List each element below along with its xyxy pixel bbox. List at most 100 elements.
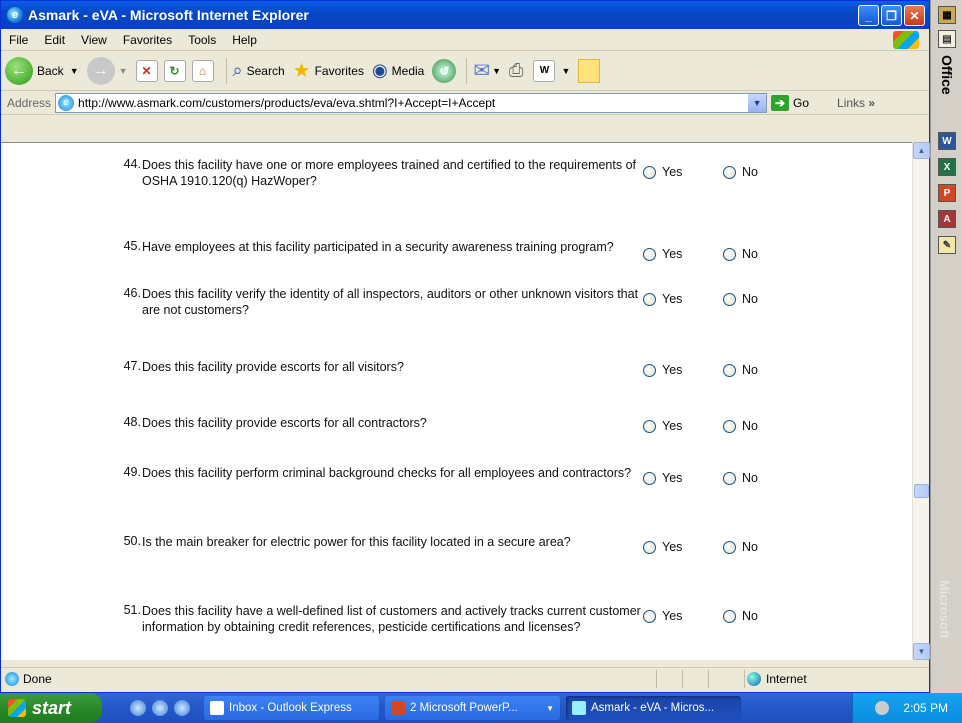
- chevron-down-icon[interactable]: ▼: [492, 66, 501, 76]
- home-icon[interactable]: ⌂: [191, 59, 214, 82]
- question-text: Does this facility have a well-defined l…: [142, 604, 641, 634]
- question-text: Does this facility provide escorts for a…: [142, 360, 404, 374]
- no-label: No: [742, 419, 758, 433]
- menu-view[interactable]: View: [73, 33, 115, 47]
- task-outlook-express[interactable]: Inbox - Outlook Express: [204, 696, 379, 720]
- question-text: Does this facility verify the identity o…: [142, 287, 639, 317]
- search-icon: ⌕: [232, 60, 243, 80]
- media-button[interactable]: ◉ Media: [372, 60, 424, 81]
- address-label: Address: [7, 95, 52, 110]
- menu-tools[interactable]: Tools: [180, 33, 224, 47]
- no-radio[interactable]: No: [723, 419, 758, 433]
- quick-launch: [130, 700, 190, 716]
- address-input[interactable]: e http://www.asmark.com/customers/produc…: [55, 92, 768, 113]
- office-folder-icon[interactable]: ▤: [938, 30, 956, 48]
- menu-file[interactable]: File: [1, 33, 36, 47]
- radio-icon: [723, 165, 736, 179]
- no-radio[interactable]: No: [723, 609, 758, 623]
- radio-icon: [643, 247, 656, 261]
- minimize-button[interactable]: _: [858, 5, 879, 26]
- media-quicklaunch-icon[interactable]: [174, 700, 190, 716]
- chevron-down-icon[interactable]: ▼: [119, 66, 128, 76]
- go-label: Go: [793, 95, 810, 110]
- print-icon[interactable]: ⎙: [509, 60, 523, 81]
- office-menu-icon[interactable]: ▦: [938, 6, 956, 24]
- task-asmark-eva[interactable]: Asmark - eVA - Micros...: [566, 696, 741, 720]
- back-button[interactable]: ← Back ▼: [5, 56, 79, 85]
- menu-favorites[interactable]: Favorites: [115, 33, 180, 47]
- yes-radio[interactable]: Yes: [643, 609, 682, 623]
- powerpoint-icon[interactable]: P: [938, 184, 956, 202]
- yes-radio[interactable]: Yes: [643, 247, 682, 261]
- excel-icon[interactable]: X: [938, 158, 956, 176]
- ie-quicklaunch-icon[interactable]: [130, 700, 146, 716]
- start-button[interactable]: start: [0, 693, 102, 723]
- no-label: No: [742, 609, 758, 623]
- question-number: 45.: [123, 239, 141, 253]
- yes-label: Yes: [662, 363, 683, 377]
- task-label: Inbox - Outlook Express: [229, 702, 352, 714]
- edit-icon[interactable]: W: [533, 59, 556, 82]
- stop-icon[interactable]: ✕: [135, 59, 158, 82]
- address-url: http://www.asmark.com/customers/products…: [78, 95, 496, 110]
- volume-icon[interactable]: [875, 701, 890, 715]
- back-label: Back: [37, 63, 64, 78]
- yes-radio[interactable]: Yes: [643, 292, 682, 306]
- chevron-down-icon[interactable]: ▼: [561, 66, 570, 76]
- mail-icon[interactable]: ✉: [473, 58, 490, 83]
- yes-radio[interactable]: Yes: [643, 419, 682, 433]
- yes-label: Yes: [662, 540, 683, 554]
- menu-help[interactable]: Help: [224, 33, 265, 47]
- word-icon[interactable]: W: [938, 132, 956, 150]
- radio-icon: [723, 471, 736, 485]
- radio-icon: [643, 292, 656, 306]
- page-icon: [5, 671, 19, 686]
- menu-bar: File Edit View Favorites Tools Help: [1, 29, 929, 51]
- yes-radio[interactable]: Yes: [643, 165, 682, 179]
- scroll-up-button[interactable]: ▲: [913, 142, 930, 159]
- yes-radio[interactable]: Yes: [643, 540, 682, 554]
- no-radio[interactable]: No: [723, 363, 758, 377]
- question-number: 49.: [123, 465, 141, 479]
- no-radio[interactable]: No: [723, 247, 758, 261]
- go-button[interactable]: ➔ Go: [771, 94, 810, 111]
- search-button[interactable]: ⌕ Search: [233, 60, 285, 81]
- scroll-down-button[interactable]: ▼: [913, 643, 930, 660]
- radio-icon: [643, 165, 656, 179]
- radio-icon: [723, 363, 736, 377]
- status-bar: Done Internet: [1, 667, 929, 689]
- no-radio[interactable]: No: [723, 471, 758, 485]
- history-icon[interactable]: ↺: [432, 58, 457, 83]
- chevron-down-icon[interactable]: ▼: [748, 93, 767, 112]
- favorites-button[interactable]: ★ Favorites: [293, 58, 364, 83]
- menu-edit[interactable]: Edit: [36, 33, 73, 47]
- refresh-icon[interactable]: ↻: [163, 59, 186, 82]
- no-label: No: [742, 363, 758, 377]
- yes-radio[interactable]: Yes: [643, 363, 682, 377]
- office-bar-title: Office: [939, 55, 955, 95]
- powerpoint-icon: [391, 701, 405, 715]
- scroll-thumb[interactable]: [914, 484, 929, 498]
- chevron-down-icon[interactable]: ▼: [70, 66, 79, 76]
- no-radio[interactable]: No: [723, 540, 758, 554]
- status-divider: [682, 670, 683, 688]
- radio-icon: [723, 247, 736, 261]
- links-button[interactable]: Links »: [837, 96, 875, 110]
- media-label: Media: [391, 63, 425, 78]
- yes-label: Yes: [662, 471, 683, 485]
- browser-window: e Asmark - eVA - Microsoft Internet Expl…: [0, 0, 930, 693]
- vertical-scrollbar[interactable]: ▲ ▼: [912, 142, 930, 660]
- no-radio[interactable]: No: [723, 165, 758, 179]
- yes-radio[interactable]: Yes: [643, 471, 682, 485]
- notes-icon[interactable]: ✎: [938, 236, 956, 254]
- maximize-button[interactable]: ❐: [881, 5, 902, 26]
- messenger-icon[interactable]: [578, 58, 601, 83]
- forward-button[interactable]: → ▼: [86, 56, 128, 85]
- no-radio[interactable]: No: [723, 292, 758, 306]
- task-label: 2 Microsoft PowerP...: [410, 702, 518, 714]
- access-icon[interactable]: A: [938, 210, 956, 228]
- no-label: No: [742, 292, 758, 306]
- task-powerpoint[interactable]: 2 Microsoft PowerP... ▼: [385, 696, 560, 720]
- outlook-quicklaunch-icon[interactable]: [152, 700, 168, 716]
- close-button[interactable]: ✕: [904, 5, 925, 26]
